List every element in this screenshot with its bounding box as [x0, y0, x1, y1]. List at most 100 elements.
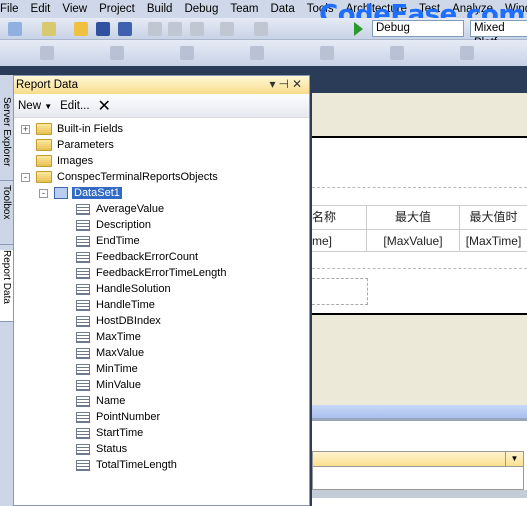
data-cell[interactable]: [MaxValue] — [367, 229, 460, 252]
tree-label: Images — [57, 155, 94, 167]
tree-item[interactable]: MaxValue — [76, 345, 144, 361]
align-icon[interactable] — [180, 46, 194, 60]
edit-button[interactable]: Edit... — [60, 100, 89, 112]
chevron-down-icon: ▼ — [44, 101, 53, 111]
tree-item[interactable]: TotalTimeLength — [76, 457, 177, 473]
spacing-icon[interactable] — [460, 46, 474, 60]
header-cell[interactable]: 最大值 — [367, 206, 460, 229]
grouping-dropdown[interactable]: ▼ — [312, 451, 524, 467]
menu-build[interactable]: Build — [142, 3, 180, 15]
header-cell[interactable]: 名称 — [312, 206, 367, 229]
data-cell[interactable]: me] — [312, 229, 367, 252]
menu-debug[interactable]: Debug — [179, 3, 225, 15]
menu-view[interactable]: View — [57, 3, 94, 15]
spacing-icon[interactable] — [320, 46, 334, 60]
align-icon[interactable] — [40, 46, 54, 60]
textbox-placeholder[interactable] — [312, 278, 368, 305]
tree-label: MaxTime — [96, 331, 141, 343]
side-tab-strip: Server Explorer Toolbox Report Data — [0, 75, 13, 506]
tree-item[interactable]: Name — [76, 393, 125, 409]
collapse-icon[interactable]: - — [21, 172, 30, 182]
tree-label: Name — [96, 395, 126, 407]
tree-item[interactable]: FeedbackErrorTimeLength — [76, 265, 226, 281]
align-icon[interactable] — [110, 46, 124, 60]
solution-config-select[interactable]: Debug — [372, 20, 464, 37]
chevron-down-icon[interactable]: ▼ — [505, 452, 523, 466]
tree-item[interactable]: + Built-in Fields — [21, 121, 123, 137]
layout-toolbar — [0, 40, 527, 66]
field-icon — [76, 203, 90, 215]
field-icon — [76, 347, 90, 359]
tree-label: Status — [96, 443, 128, 455]
field-icon — [76, 427, 90, 439]
folder-icon — [36, 123, 52, 135]
close-icon[interactable]: ✕ — [292, 77, 305, 91]
tree-item[interactable]: MinValue — [76, 377, 141, 393]
tree-item[interactable]: AverageValue — [76, 201, 164, 217]
dataset-icon — [54, 187, 68, 199]
tree-item[interactable]: PointNumber — [76, 409, 160, 425]
tree-item[interactable]: HandleTime — [76, 297, 155, 313]
expand-icon[interactable]: + — [21, 124, 30, 134]
new-button[interactable]: New ▼ — [18, 100, 52, 112]
tree-item[interactable]: MaxTime — [76, 329, 141, 345]
field-icon — [76, 331, 90, 343]
tree-item[interactable]: StartTime — [76, 425, 143, 441]
tree-label: MinTime — [96, 363, 138, 375]
tree-item[interactable]: EndTime — [76, 233, 140, 249]
copy-icon[interactable] — [168, 22, 182, 36]
save-icon[interactable] — [96, 22, 110, 36]
undo-icon[interactable] — [220, 22, 234, 36]
menu-edit[interactable]: Edit — [26, 3, 58, 15]
tree-label: HostDBIndex — [96, 315, 161, 327]
redo-icon[interactable] — [254, 22, 268, 36]
new-project-icon[interactable] — [8, 22, 22, 36]
tree-item[interactable]: - ConspecTerminalReportsObjects — [21, 169, 218, 185]
tree-item[interactable]: HostDBIndex — [76, 313, 161, 329]
open-icon[interactable] — [74, 22, 88, 36]
add-item-icon[interactable] — [42, 22, 56, 36]
tree-item[interactable]: Description — [76, 217, 151, 233]
tree-label: EndTime — [96, 235, 140, 247]
tree-label: Description — [96, 219, 152, 231]
field-icon — [76, 411, 90, 423]
menu-data[interactable]: Data — [265, 3, 301, 15]
save-all-icon[interactable] — [118, 22, 132, 36]
panel-title: Report Data — [16, 79, 79, 91]
pin-icon[interactable]: ⊣ — [278, 77, 291, 91]
tree-item[interactable]: Parameters — [21, 137, 114, 153]
tab-report-data[interactable]: Report Data — [0, 250, 13, 322]
tree-item[interactable]: - DataSet1 — [39, 185, 122, 201]
panel-header: Report Data ▾⊣✕ — [14, 76, 309, 94]
spacing-icon[interactable] — [390, 46, 404, 60]
data-cell[interactable]: [MaxTime] — [460, 229, 527, 252]
menu-team[interactable]: Team — [225, 3, 265, 15]
horizontal-scrollbar[interactable] — [312, 405, 527, 418]
menu-project[interactable]: Project — [94, 3, 142, 15]
tab-server-explorer[interactable]: Server Explorer — [0, 97, 13, 181]
collapse-icon[interactable]: - — [39, 188, 48, 198]
menu-file[interactable]: File — [0, 3, 26, 15]
tree-item[interactable]: Status — [76, 441, 127, 457]
tree-item[interactable]: FeedbackErrorCount — [76, 249, 198, 265]
align-icon[interactable] — [250, 46, 264, 60]
delete-button[interactable]: ✕ — [98, 96, 111, 116]
start-debug-icon[interactable] — [354, 22, 363, 36]
tab-toolbox[interactable]: Toolbox — [0, 185, 13, 245]
tree-label: MaxValue — [96, 347, 145, 359]
field-icon — [76, 459, 90, 471]
cut-icon[interactable] — [148, 22, 162, 36]
field-icon — [76, 315, 90, 327]
tree-item[interactable]: Images — [21, 153, 93, 169]
report-table[interactable]: 名称 最大值 最大值时 me] [MaxValue] [MaxTime] — [312, 205, 527, 252]
paste-icon[interactable] — [190, 22, 204, 36]
tree-item[interactable]: MinTime — [76, 361, 138, 377]
platform-select[interactable]: Mixed Platf — [470, 20, 527, 49]
folder-icon — [36, 155, 52, 167]
field-icon — [76, 251, 90, 263]
tree-item[interactable]: HandleSolution — [76, 281, 171, 297]
tree-label: StartTime — [96, 427, 144, 439]
header-cell[interactable]: 最大值时 — [460, 206, 527, 229]
tree-label: TotalTimeLength — [96, 459, 177, 471]
folder-icon — [36, 139, 52, 151]
